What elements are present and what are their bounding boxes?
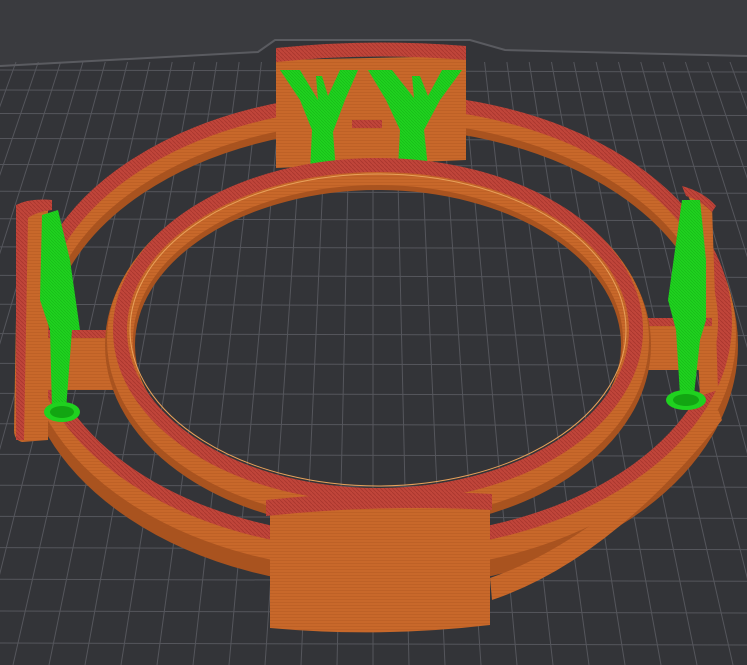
print-preview-scene[interactable] (0, 0, 747, 665)
3d-viewport[interactable] (0, 0, 747, 665)
